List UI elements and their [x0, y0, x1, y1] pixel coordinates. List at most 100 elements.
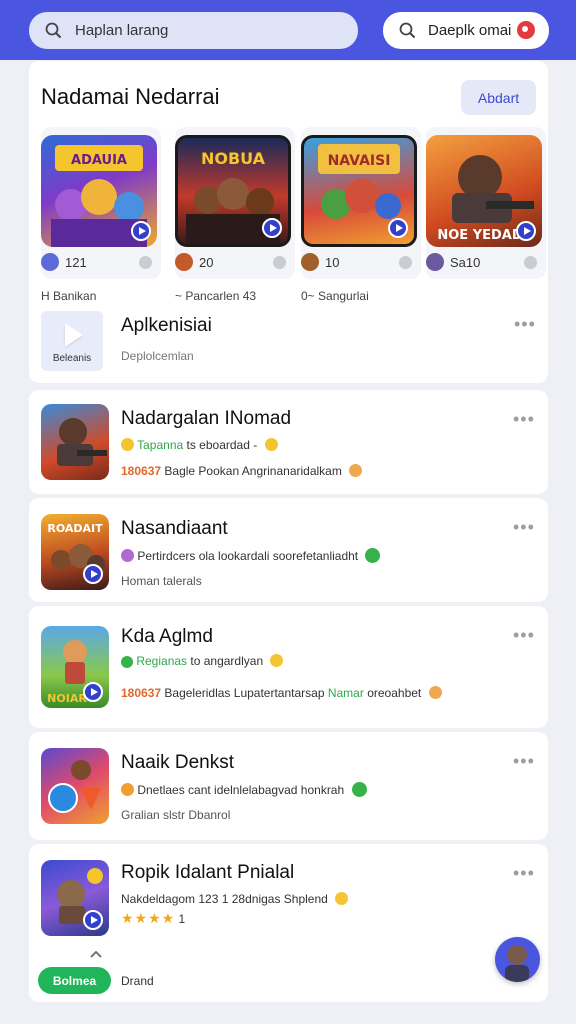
list-item[interactable]: Nadargalan INomad Tapanna ts eboardad - … [29, 390, 548, 494]
gear-icon[interactable] [524, 256, 537, 269]
bottom-text: Drand [121, 974, 154, 988]
game-tile[interactable]: NAVAISI 10 [301, 127, 421, 279]
emoji-icon [428, 686, 442, 699]
item-tag-line: Regianas to angardlyan [121, 654, 284, 668]
play-icon [131, 221, 151, 241]
avatar-icon [301, 253, 319, 271]
chevron-up-icon[interactable] [89, 947, 103, 961]
rating: ★★★★ 1 [121, 910, 186, 926]
item-title: Naaik Denkst [121, 752, 234, 773]
play-icon [516, 221, 536, 241]
search-icon [45, 22, 62, 39]
notification-badge-icon [517, 21, 535, 39]
notification-pill[interactable]: Daeplk omai [383, 12, 549, 49]
item-title: Nasandiaant [121, 518, 228, 539]
avatar-icon [505, 945, 529, 982]
verified-icon [121, 656, 133, 668]
svg-text:NAVAISI: NAVAISI [328, 153, 391, 169]
search-placeholder: Haplan larang [75, 22, 169, 39]
item-title: Ropik Idalant Pnialal [121, 862, 295, 883]
emoji-icon [121, 549, 134, 562]
star-icon: ★★★★ [121, 910, 176, 926]
svg-text:NOBUA: NOBUA [201, 149, 266, 168]
avatar-icon [426, 253, 444, 271]
game-thumbnail: NAVAISI [301, 135, 417, 247]
play-icon [83, 564, 103, 584]
verified-icon [351, 782, 367, 797]
emoji-icon [264, 438, 278, 451]
verified-icon [365, 548, 381, 563]
svg-text:NOE YEDAD: NOE YEDAD [437, 228, 522, 243]
list-item[interactable]: Naaik Denkst Dnetlaes cant idelnlelabagv… [29, 732, 548, 840]
svg-text:ADAUIA: ADAUIA [71, 153, 127, 168]
more-icon[interactable]: ••• [513, 410, 535, 428]
more-icon[interactable]: ••• [513, 518, 535, 536]
caption[interactable]: 0~ Sangurlai [301, 289, 369, 303]
avatar-icon [175, 253, 193, 271]
app-icon: ROADAIT [41, 514, 109, 590]
tile-count: 121 [65, 255, 87, 270]
emoji-icon [349, 464, 363, 477]
game-tile[interactable]: ADAUIA 121 [41, 127, 161, 279]
list-item[interactable]: NOIAR Kda Aglmd Regianas to angardlyan 1… [29, 606, 548, 728]
more-icon[interactable]: ••• [513, 626, 535, 644]
caption[interactable]: ~ Pancarlen 43 [175, 289, 256, 303]
game-thumbnail: ADAUIA [41, 135, 157, 247]
app-icon [41, 860, 109, 936]
item-title: Nadargalan INomad [121, 408, 292, 429]
emoji-icon [335, 892, 349, 905]
tile-meta: 10 [301, 253, 417, 273]
emoji-icon [270, 654, 284, 667]
game-tile[interactable]: NOE YEDAD Sa10 [426, 127, 546, 279]
item-line: Nakdeldagom 123 1 28dnigas Shplend [121, 892, 349, 906]
play-icon [388, 218, 408, 238]
app-icon [41, 748, 109, 824]
game-thumbnail: NOBUA [175, 135, 291, 247]
pill-label: Daeplk omai [428, 22, 512, 39]
game-tile[interactable]: NOBUA 20 [175, 127, 295, 279]
bottom-action-button[interactable]: Bolmea [38, 967, 111, 994]
app-icon [41, 404, 109, 480]
tile-count: 20 [199, 255, 214, 270]
item-desc: 180637 Bageleridlas Lupatertantarsap Nam… [121, 686, 442, 700]
search-bar[interactable]: Haplan larang [29, 12, 358, 49]
item-line: Homan talerals [121, 574, 202, 588]
section-title: Nadamai Nedarrai [41, 84, 220, 109]
emoji-icon [121, 783, 134, 796]
play-icon [262, 218, 282, 238]
tile-meta: 20 [175, 253, 291, 273]
gear-icon[interactable] [399, 256, 412, 269]
tile-meta: Sa10 [426, 253, 542, 273]
apk-subtitle: Deplolcemlan [121, 349, 194, 363]
list-item[interactable]: ROADAIT Nasandiaant Pertirdcers ola look… [29, 498, 548, 602]
gear-icon[interactable] [273, 256, 286, 269]
svg-text:ROADAIT: ROADAIT [47, 522, 103, 535]
more-icon[interactable]: ••• [514, 315, 536, 333]
apk-play-icon: Beleanis [41, 311, 103, 371]
apk-title: Aplkenisiai [121, 315, 212, 336]
game-thumbnail: NOE YEDAD [426, 135, 542, 247]
profile-avatar[interactable] [495, 937, 540, 982]
more-icon[interactable]: ••• [513, 864, 535, 882]
more-icon[interactable]: ••• [513, 752, 535, 770]
search-icon [399, 22, 416, 39]
play-icon [83, 682, 103, 702]
avatar-icon [41, 253, 59, 271]
featured-section: Nadamai Nedarrai Abdart ADAUIA 121 NOBUA [29, 61, 548, 383]
tile-count: 10 [325, 255, 340, 270]
play-icon [83, 910, 103, 930]
item-desc: 180637 Bagle Pookan Angrinanaridalkam [121, 464, 363, 478]
caption[interactable]: H Banikan [41, 289, 96, 303]
tile-count: Sa10 [450, 255, 481, 270]
tile-meta: 121 [41, 253, 157, 273]
app-icon: NOIAR [41, 626, 109, 708]
svg-text:NOIAR: NOIAR [47, 692, 87, 705]
item-title: Kda Aglmd [121, 626, 213, 647]
item-line: Gralian slstr Dbanrol [121, 808, 231, 822]
about-button[interactable]: Abdart [461, 80, 536, 115]
emoji-icon [121, 438, 134, 451]
apk-row[interactable]: Beleanis Aplkenisiai Deplolcemlan ••• [41, 311, 536, 373]
item-line: Pertirdcers ola lookardali soorefetanlia… [121, 548, 381, 563]
gear-icon[interactable] [139, 256, 152, 269]
item-line: Dnetlaes cant idelnlelabagvad honkrah [121, 782, 367, 797]
